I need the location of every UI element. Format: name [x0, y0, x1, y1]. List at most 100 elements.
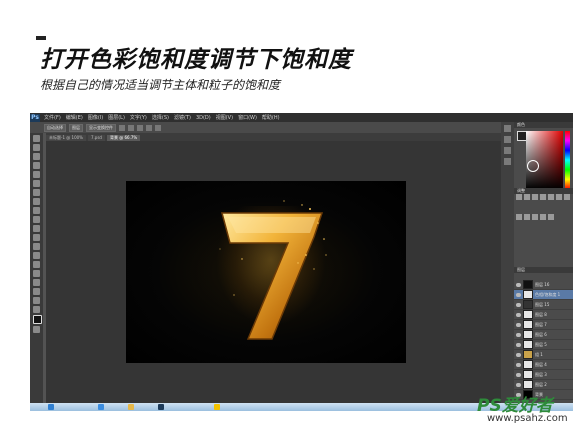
visibility-eye-icon[interactable]: [516, 342, 521, 347]
hue-slider[interactable]: [565, 131, 570, 189]
color-swatches-icon[interactable]: [33, 315, 42, 324]
3d-mode-icon[interactable]: [155, 124, 161, 131]
layer-name: 图层 4: [535, 361, 547, 367]
photo-filter-adjust-icon[interactable]: [524, 214, 530, 220]
shape-tool-icon[interactable]: [33, 288, 40, 295]
visibility-eye-icon[interactable]: [516, 302, 521, 307]
color-picker-cursor[interactable]: [527, 160, 539, 172]
layer-row[interactable]: 图层 7: [514, 320, 573, 330]
layer-thumbnail: [523, 280, 533, 289]
browser-icon[interactable]: [98, 404, 104, 410]
folder-taskbar-icon[interactable]: [128, 404, 134, 410]
menu-image[interactable]: 图像(I): [88, 114, 103, 121]
photoshop-logo-icon: Ps: [30, 113, 40, 122]
properties-panel-icon[interactable]: [504, 136, 511, 143]
lasso-tool-icon[interactable]: [33, 153, 40, 160]
quick-mask-icon[interactable]: [33, 326, 40, 333]
tools-panel: [30, 133, 43, 403]
distribute-icon[interactable]: [146, 124, 152, 131]
invert-adjust-icon[interactable]: [540, 214, 546, 220]
channel-mixer-adjust-icon[interactable]: [532, 214, 538, 220]
layers-panel-tab[interactable]: 图层: [514, 267, 573, 273]
align-right-icon[interactable]: [137, 124, 143, 131]
crop-tool-icon[interactable]: [33, 171, 40, 178]
menu-3d[interactable]: 3D(D): [196, 115, 211, 121]
zoom-tool-icon[interactable]: [33, 306, 40, 313]
hue-saturation-adjust-icon[interactable]: [556, 194, 562, 200]
visibility-eye-icon[interactable]: [516, 282, 521, 287]
layer-row[interactable]: 图层 4: [514, 360, 573, 370]
menu-view[interactable]: 视图(V): [216, 114, 233, 121]
visibility-eye-icon[interactable]: [516, 312, 521, 317]
character-panel-icon[interactable]: [504, 158, 511, 165]
photoshop-window: Ps 文件(F) 编辑(E) 图像(I) 图层(L) 文字(Y) 选择(S) 滤…: [30, 113, 573, 410]
visibility-eye-icon[interactable]: [516, 362, 521, 367]
layer-row[interactable]: 图层 15: [514, 300, 573, 310]
visibility-eye-icon[interactable]: [516, 352, 521, 357]
vibrance-adjust-icon[interactable]: [548, 194, 554, 200]
layer-row[interactable]: 图层 16: [514, 280, 573, 290]
menu-window[interactable]: 窗口(W): [238, 114, 257, 121]
align-left-icon[interactable]: [119, 124, 125, 131]
exposure-adjust-icon[interactable]: [540, 194, 546, 200]
levels-adjust-icon[interactable]: [524, 194, 530, 200]
layer-row[interactable]: 图层 8: [514, 310, 573, 320]
visibility-eye-icon[interactable]: [516, 332, 521, 337]
path-select-tool-icon[interactable]: [33, 279, 40, 286]
posterize-adjust-icon[interactable]: [548, 214, 554, 220]
photoshop-taskbar-icon[interactable]: [158, 404, 164, 410]
color-panel-tab[interactable]: 颜色: [514, 122, 573, 128]
menu-filter[interactable]: 滤镜(T): [174, 114, 191, 121]
layer-row[interactable]: 图层 6: [514, 330, 573, 340]
document-tabs: 未标题-1 @ 100% 7.psd 背景 @ 66.7%: [46, 133, 501, 141]
pen-tool-icon[interactable]: [33, 261, 40, 268]
visibility-eye-icon[interactable]: [516, 372, 521, 377]
show-transform-checkbox[interactable]: 显示变换控件: [86, 123, 116, 132]
layer-row[interactable]: 图层 5: [514, 340, 573, 350]
brush-panel-icon[interactable]: [504, 147, 511, 154]
type-tool-icon[interactable]: [33, 270, 40, 277]
layer-row[interactable]: 图层 3: [514, 370, 573, 380]
visibility-eye-icon[interactable]: [516, 322, 521, 327]
brush-tool-icon[interactable]: [33, 198, 40, 205]
brightness-adjust-icon[interactable]: [516, 194, 522, 200]
menu-help[interactable]: 帮助(H): [262, 114, 280, 121]
auto-select-checkbox[interactable]: 自动选择: [44, 123, 66, 132]
document-canvas[interactable]: [126, 181, 406, 363]
move-tool-icon[interactable]: [33, 135, 40, 142]
visibility-eye-icon[interactable]: [516, 292, 521, 297]
marquee-tool-icon[interactable]: [33, 144, 40, 151]
menu-select[interactable]: 选择(S): [152, 114, 169, 121]
black-white-adjust-icon[interactable]: [516, 214, 522, 220]
healing-tool-icon[interactable]: [33, 189, 40, 196]
align-center-icon[interactable]: [128, 124, 134, 131]
quick-select-tool-icon[interactable]: [33, 162, 40, 169]
layer-thumbnail: [523, 370, 533, 379]
layer-row-selected[interactable]: 色相/饱和度 1: [514, 290, 573, 300]
folder-icon: [523, 350, 533, 359]
color-balance-adjust-icon[interactable]: [564, 194, 570, 200]
stamp-tool-icon[interactable]: [33, 207, 40, 214]
layer-name: 图层 3: [535, 371, 547, 377]
gradient-tool-icon[interactable]: [33, 234, 40, 241]
layer-name: 色相/饱和度 1: [535, 291, 561, 297]
eyedropper-tool-icon[interactable]: [33, 180, 40, 187]
layer-select-dropdown[interactable]: 图层: [69, 123, 83, 132]
visibility-eye-icon[interactable]: [516, 382, 521, 387]
history-brush-tool-icon[interactable]: [33, 216, 40, 223]
menu-layer[interactable]: 图层(L): [108, 114, 125, 121]
layer-row[interactable]: 图层 2: [514, 380, 573, 390]
blur-tool-icon[interactable]: [33, 243, 40, 250]
media-icon[interactable]: [214, 404, 220, 410]
curves-adjust-icon[interactable]: [532, 194, 538, 200]
layer-name: 图层 8: [535, 311, 547, 317]
menu-type[interactable]: 文字(Y): [130, 114, 147, 121]
dodge-tool-icon[interactable]: [33, 252, 40, 259]
history-panel-icon[interactable]: [504, 125, 511, 132]
start-icon[interactable]: [48, 404, 54, 410]
menu-file[interactable]: 文件(F): [44, 114, 61, 121]
menu-edit[interactable]: 编辑(E): [66, 114, 83, 121]
hand-tool-icon[interactable]: [33, 297, 40, 304]
eraser-tool-icon[interactable]: [33, 225, 40, 232]
layer-row[interactable]: 组 1: [514, 350, 573, 360]
